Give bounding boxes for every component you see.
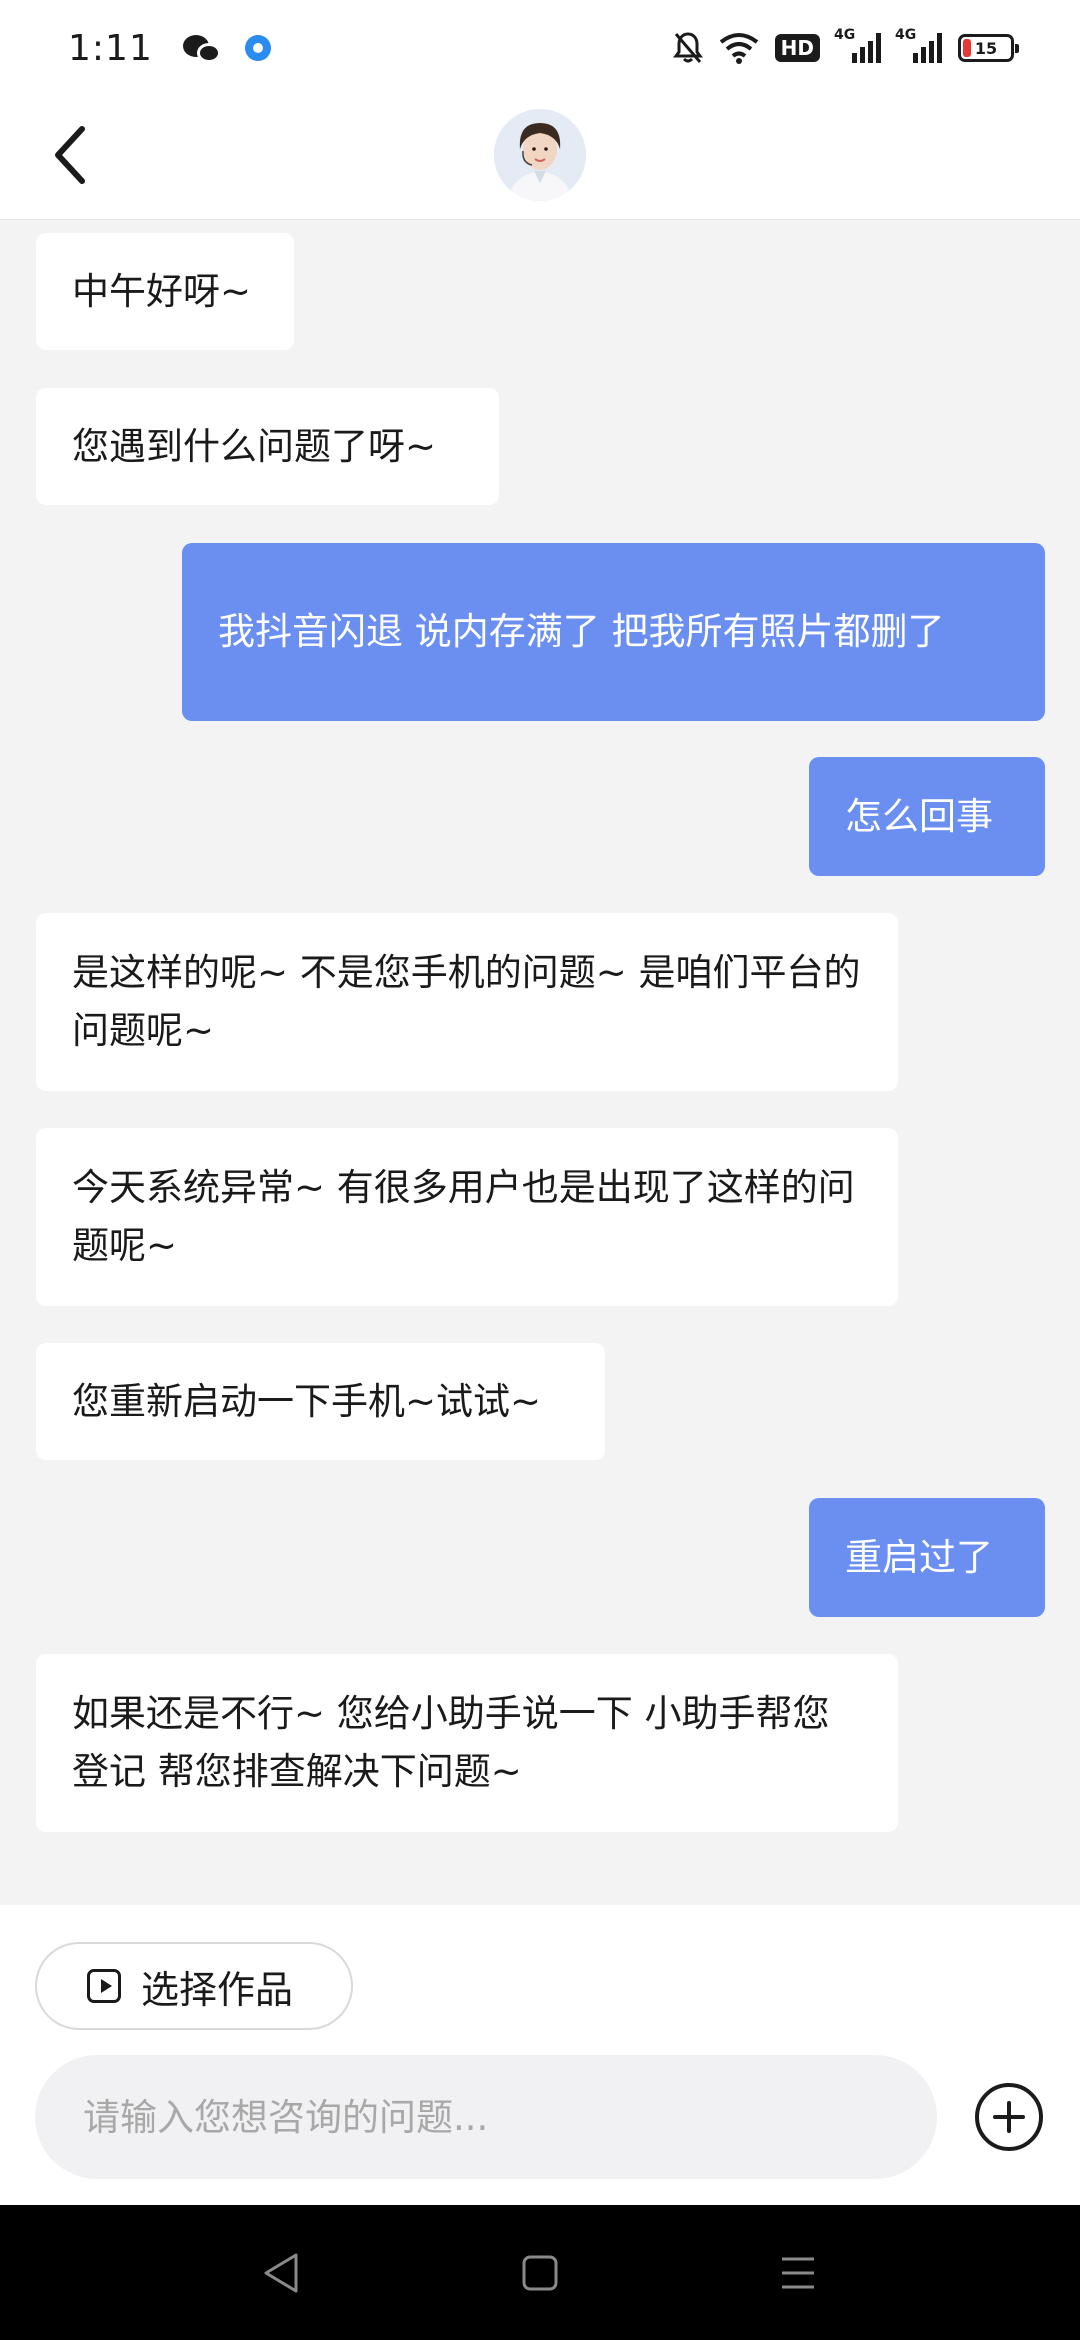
add-button[interactable] — [975, 2083, 1043, 2151]
chat-message-list[interactable]: 中午好呀~ 您遇到什么问题了呀~ 我抖音闪退 说内存满了 把我所有照片都删了 怎… — [0, 220, 1080, 1905]
signal-icon: 4G — [895, 27, 942, 63]
nav-back-button[interactable] — [250, 2243, 310, 2303]
select-works-label: 选择作品 — [141, 1967, 294, 2012]
back-button[interactable] — [40, 120, 100, 190]
message-bubble-sent: 我抖音闪退 说内存满了 把我所有照片都删了 — [182, 543, 1045, 721]
signal-icon: 4G — [834, 27, 881, 63]
avatar[interactable] — [494, 109, 586, 201]
menu-icon — [782, 2257, 814, 2289]
message-bubble-received: 您重新启动一下手机~试试~ — [36, 1343, 605, 1460]
status-time: 1:11 — [68, 27, 153, 69]
select-works-button[interactable]: 选择作品 — [35, 1942, 353, 2030]
message-bubble-sent: 怎么回事 — [809, 757, 1045, 876]
message-bubble-received: 您遇到什么问题了呀~ — [36, 388, 499, 505]
signal-label: 4G — [834, 27, 856, 43]
nav-menu-button[interactable] — [768, 2243, 828, 2303]
signal-label: 4G — [895, 27, 917, 43]
message-bubble-received: 是这样的呢~ 不是您手机的问题~ 是咱们平台的问题呢~ — [36, 913, 898, 1091]
message-bubble-sent: 重启过了 — [809, 1498, 1045, 1617]
app-notification-icon — [244, 35, 271, 61]
battery-icon: 15 — [958, 34, 1019, 62]
question-input[interactable] — [35, 2055, 937, 2179]
triangle-back-icon — [264, 2253, 298, 2293]
status-bar: 1:11 HD 4G 4G 15 — [0, 0, 1080, 96]
message-bubble-received: 今天系统异常~ 有很多用户也是出现了这样的问题呢~ — [36, 1128, 898, 1306]
message-bubble-received: 如果还是不行~ 您给小助手说一下 小助手帮您登记 帮您排查解决下问题~ — [36, 1654, 898, 1832]
hd-voice-badge: HD — [774, 34, 820, 62]
video-icon — [87, 1969, 121, 2003]
chat-header — [0, 96, 1080, 220]
battery-level: 15 — [974, 38, 998, 58]
notification-icons — [182, 33, 271, 63]
chevron-left-icon — [55, 126, 85, 184]
system-navigation-bar — [0, 2205, 1080, 2340]
wifi-icon — [719, 31, 759, 65]
battery-fill — [963, 39, 971, 57]
wechat-icon — [182, 33, 221, 63]
bell-muted-icon — [672, 31, 703, 65]
message-bubble-received: 中午好呀~ — [36, 233, 294, 350]
nav-home-button[interactable] — [510, 2243, 570, 2303]
square-home-icon — [522, 2255, 558, 2291]
system-icons: HD 4G 4G 15 — [672, 27, 1019, 65]
composer: 选择作品 — [0, 1905, 1080, 2205]
plus-icon — [993, 2101, 1025, 2133]
